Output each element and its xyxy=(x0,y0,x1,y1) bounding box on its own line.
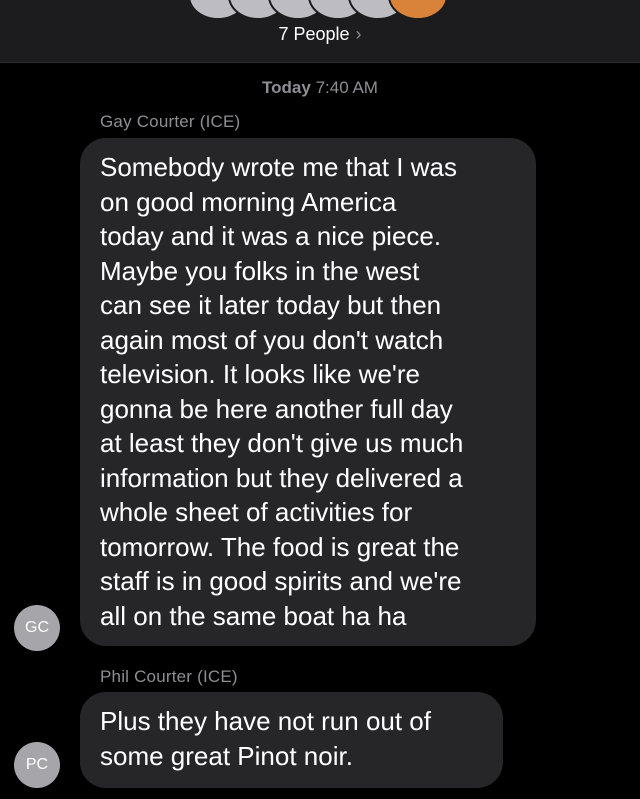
message-line: can see it later today but then xyxy=(100,290,442,320)
message-line: again most of you don't watch xyxy=(100,324,444,355)
sender-avatar[interactable]: PC xyxy=(14,742,60,788)
message-line: Somebody wrote me that I was xyxy=(100,152,457,182)
message-line: staff is in good spirits and we're xyxy=(100,566,462,596)
message-line: on good morning America xyxy=(100,186,397,217)
people-count-label: 7 People xyxy=(278,24,350,44)
timestamp-day: Today xyxy=(262,78,311,97)
message-line: Plus they have not run out of xyxy=(100,706,431,736)
sender-name: Phil Courter (ICE) xyxy=(100,667,238,686)
message-line: today and it was a nice piece. xyxy=(100,221,442,251)
message-line: some great Pinot noir. xyxy=(100,740,353,771)
timestamp-time: 7:40 AM xyxy=(315,78,378,97)
people-details-link[interactable]: 7 People › xyxy=(0,24,640,45)
message-line: all on the same boat ha ha xyxy=(100,600,407,631)
message-bubble[interactable]: Plus they have not run out of some great… xyxy=(80,692,503,788)
message-line: television. It looks like we're xyxy=(100,359,420,389)
conversation-header: 7 People › xyxy=(0,0,640,63)
sender-avatar[interactable]: GC xyxy=(14,605,60,651)
message-line: at least they don't give us much xyxy=(100,428,464,458)
group-avatars[interactable] xyxy=(188,0,452,20)
sender-name: Gay Courter (ICE) xyxy=(100,112,241,131)
chevron-right-icon: › xyxy=(355,24,362,44)
message-line: Maybe you folks in the west xyxy=(100,255,420,286)
message-line: gonna be here another full day xyxy=(100,393,453,424)
group-avatar xyxy=(388,0,448,20)
message-line: whole sheet of activities for xyxy=(100,497,413,527)
message-line: tomorrow. The food is great the xyxy=(100,531,460,562)
message-bubble[interactable]: Somebody wrote me that I was on good mor… xyxy=(80,138,536,646)
message-line: information but they delivered a xyxy=(100,462,463,493)
message-timestamp: Today 7:40 AM xyxy=(0,78,640,98)
